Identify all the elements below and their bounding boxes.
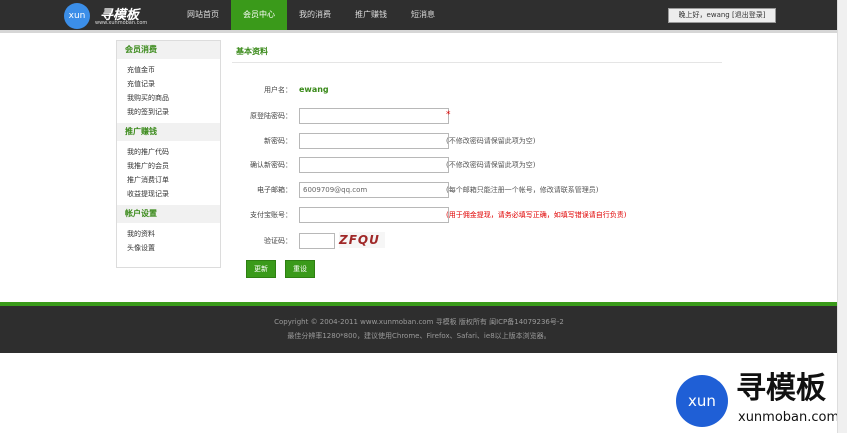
email-hint: (每个邮箱只能注册一个帐号，修改请联系管理员) [446,186,599,194]
watermark-badge: xun [676,375,728,427]
vertical-scrollbar[interactable] [837,0,847,433]
nav-member-center[interactable]: 会员中心 [231,0,287,30]
logo-url: www.xunmoban.com [95,20,148,26]
watermark-title: 寻模板 [736,371,826,406]
new-password-label: 新密码： [264,137,292,145]
username-value: ewang [299,85,329,94]
captcha-image[interactable]: ZFQU [339,232,385,248]
confirm-password-label: 确认新密码： [250,161,292,169]
confirm-password-hint: (不修改密码请保留此项为空) [446,161,536,169]
header-divider [0,30,838,33]
footer: Copyright © 2004-2011 www.xunmoban.com 寻… [0,306,838,353]
new-password-hint: (不修改密码请保留此项为空) [446,137,536,145]
page: xun 寻模板 www.xunmoban.com 网站首页 会员中心 我的消费 … [0,0,839,433]
captcha-text: ZFQU [339,233,380,247]
alipay-input[interactable] [299,207,449,223]
username-label: 用户名： [264,86,292,94]
new-password-input[interactable] [299,133,449,149]
logo-badge: xun [64,3,90,29]
watermark-url: xunmoban.com [738,410,840,425]
footer-browser-note: 最佳分辨率1280*800，建议使用Chrome、Firefox、Safari、… [287,332,551,340]
captcha-label: 验证码： [264,237,292,245]
sidebar-link-recharge-coins[interactable]: 充值金币 [127,63,220,77]
nav-home[interactable]: 网站首页 [175,0,231,30]
title-divider [232,62,722,63]
main-nav: 网站首页 会员中心 我的消费 推广赚钱 短消息 [175,0,447,30]
nav-promotion[interactable]: 推广赚钱 [343,0,399,30]
footer-copyright: Copyright © 2004-2011 www.xunmoban.com 寻… [274,318,564,326]
email-label: 电子邮箱： [257,186,292,194]
orig-password-input[interactable] [299,108,449,124]
captcha-input[interactable] [299,233,335,249]
update-button[interactable]: 更新 [246,260,276,278]
top-navbar: xun 寻模板 www.xunmoban.com 网站首页 会员中心 我的消费 … [0,0,838,30]
required-mark: * [446,110,451,120]
orig-password-label: 原登陆密码： [250,112,292,120]
site-logo[interactable]: xun 寻模板 www.xunmoban.com [64,3,184,29]
nav-my-consumption[interactable]: 我的消费 [287,0,343,30]
alipay-hint: (用于佣金提现，请务必填写正确，如填写错误请自行负责) [446,211,627,219]
reset-button[interactable]: 重设 [285,260,315,278]
confirm-password-input[interactable] [299,157,449,173]
user-greeting-logout[interactable]: 晚上好，ewang [退出登录] [668,8,776,23]
email-input[interactable]: 6009709@qq.com [299,182,449,198]
alipay-label: 支付宝账号： [250,211,292,219]
watermark-logo: xun 寻模板 xunmoban.com [676,372,842,430]
nav-messages[interactable]: 短消息 [399,0,447,30]
page-title: 基本资料 [236,47,268,56]
sidebar-section-title: 会员消费 [117,41,220,59]
